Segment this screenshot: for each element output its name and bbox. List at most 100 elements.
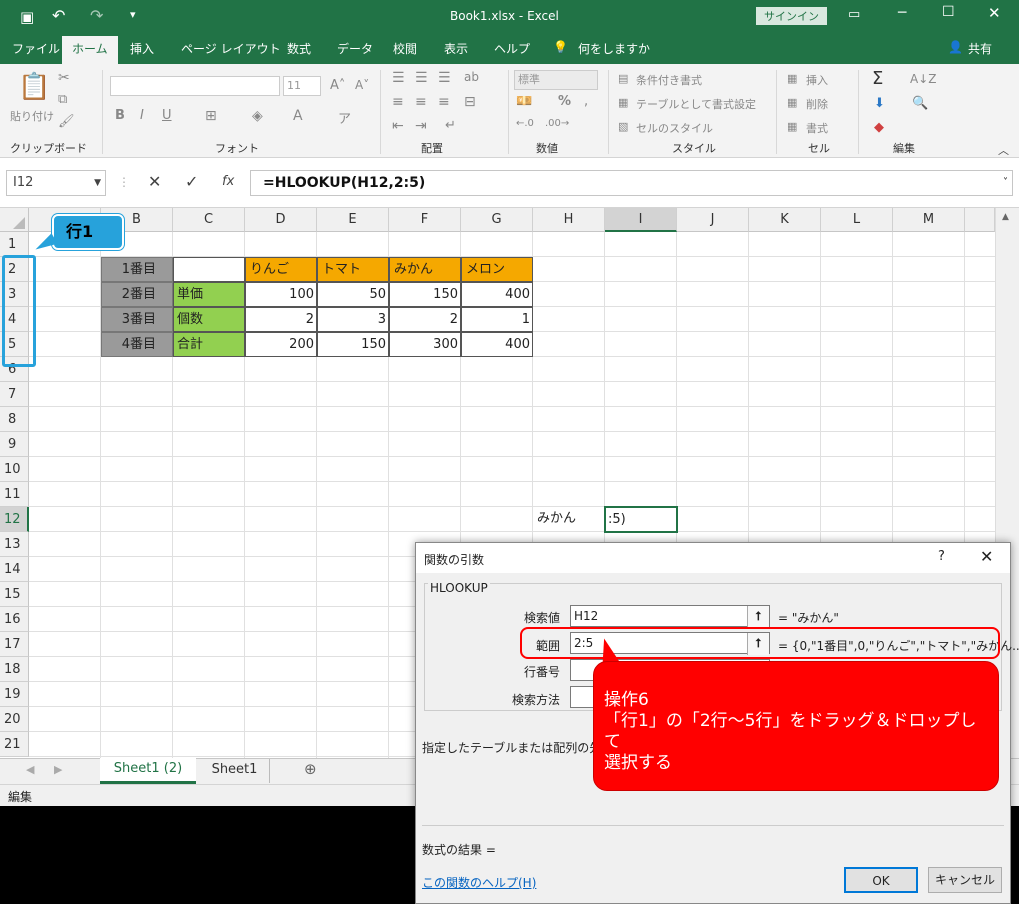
increase-font-icon[interactable]: A˄	[330, 78, 345, 93]
align-top-icon[interactable]: ☰	[392, 70, 405, 86]
bold-icon[interactable]: B	[115, 108, 125, 123]
font-name-box[interactable]	[110, 76, 280, 96]
scroll-up-icon[interactable]: ▲	[1002, 212, 1009, 222]
border-icon[interactable]: ⊞	[205, 108, 217, 124]
merge-icon[interactable]: ⊟	[464, 94, 476, 110]
select-all-corner[interactable]	[0, 208, 29, 232]
table-cell[interactable]: 300	[389, 332, 461, 357]
copy-icon[interactable]: ⧉	[58, 92, 67, 107]
decrease-decimal-icon[interactable]: .00→	[545, 118, 569, 129]
insert-cells-button[interactable]: 挿入	[806, 72, 828, 88]
formula-expand-icon[interactable]: ˅	[1003, 171, 1008, 195]
column-header-C[interactable]: C	[173, 208, 245, 232]
column-header-G[interactable]: G	[461, 208, 533, 232]
table-header-apple[interactable]: りんご	[245, 257, 317, 282]
tab-home[interactable]: ホーム	[62, 36, 118, 64]
tab-formulas[interactable]: 数式	[287, 40, 311, 57]
table-corner-cell[interactable]	[173, 257, 245, 282]
sheet-tab-active[interactable]: Sheet1 (2)	[100, 758, 196, 784]
align-right-icon[interactable]: ≡	[438, 94, 450, 110]
ribbon-display-icon[interactable]: ▭	[848, 7, 860, 22]
indent-icon[interactable]: ⇤	[392, 118, 404, 134]
phonetic-icon[interactable]: ア	[338, 108, 351, 127]
row-header-8[interactable]: 8	[0, 407, 29, 432]
table-cell[interactable]: 150	[389, 282, 461, 307]
clear-icon[interactable]: ◆	[874, 120, 884, 135]
decrease-font-icon[interactable]: A˅	[355, 78, 369, 92]
row-header-9[interactable]: 9	[0, 432, 29, 457]
maximize-icon[interactable]: ☐	[942, 4, 955, 20]
column-header-N[interactable]	[965, 208, 995, 232]
row-header-20[interactable]: 20	[0, 707, 29, 732]
table-row-label-2[interactable]: 2番目	[101, 282, 173, 307]
table-cell[interactable]: 1	[461, 307, 533, 332]
row-header-17[interactable]: 17	[0, 632, 29, 657]
italic-icon[interactable]: I	[140, 108, 144, 123]
formula-input[interactable]: =HLOOKUP(H12,2:5) ˅	[250, 170, 1013, 196]
column-header-I[interactable]: I	[605, 208, 677, 232]
collapse-ribbon-icon[interactable]: ︿	[998, 142, 1009, 158]
table-cell[interactable]: 50	[317, 282, 389, 307]
column-header-D[interactable]: D	[245, 208, 317, 232]
find-icon[interactable]: 🔍	[912, 96, 928, 111]
table-cell[interactable]: 3	[317, 307, 389, 332]
insert-function-icon[interactable]: fx	[222, 174, 234, 189]
column-header-E[interactable]: E	[317, 208, 389, 232]
row-header-16[interactable]: 16	[0, 607, 29, 632]
tab-review[interactable]: 校閲	[393, 40, 417, 57]
minimize-icon[interactable]: ─	[898, 5, 906, 21]
table-row-label-3[interactable]: 3番目	[101, 307, 173, 332]
conditional-format-button[interactable]: 条件付き書式	[636, 72, 702, 88]
column-header-F[interactable]: F	[389, 208, 461, 232]
currency-icon[interactable]: 💴	[516, 94, 532, 109]
dialog-help-button[interactable]: ?	[938, 549, 945, 564]
column-header-H[interactable]: H	[533, 208, 605, 232]
name-box[interactable]: I12 ▼	[6, 170, 106, 196]
font-size-box[interactable]: 11	[283, 76, 321, 96]
align-middle-icon[interactable]: ☰	[415, 70, 428, 86]
next-sheet-icon[interactable]: ▶	[54, 763, 62, 776]
tab-help[interactable]: ヘルプ	[494, 40, 530, 57]
cell-I12-active[interactable]: :5)	[604, 506, 678, 533]
percent-icon[interactable]: %	[558, 94, 571, 109]
name-box-dropdown-icon[interactable]: ▼	[94, 171, 101, 195]
font-color-icon[interactable]: A	[293, 108, 303, 124]
underline-icon[interactable]: U	[162, 108, 172, 123]
fill-icon[interactable]: ⬇	[874, 96, 885, 111]
table-cell[interactable]: 100	[245, 282, 317, 307]
table-row-label-4[interactable]: 4番目	[101, 332, 173, 357]
redo-icon[interactable]: ↷	[90, 6, 103, 25]
arg-input-lookup-value[interactable]: H12 ⭡	[570, 605, 770, 628]
cut-icon[interactable]: ✂	[58, 70, 70, 86]
dialog-close-icon[interactable]: ✕	[980, 547, 993, 566]
tab-page-layout[interactable]: ページ レイアウト	[181, 40, 281, 57]
table-row-label-1[interactable]: 1番目	[101, 257, 173, 282]
orientation-icon[interactable]: ab	[464, 70, 479, 84]
format-cells-button[interactable]: 書式	[806, 120, 828, 136]
number-format-box[interactable]: 標準	[514, 70, 598, 90]
cell-styles-button[interactable]: セルのスタイル	[636, 120, 713, 136]
row-header-14[interactable]: 14	[0, 557, 29, 582]
format-painter-icon[interactable]: 🖌	[58, 114, 75, 129]
column-header-J[interactable]: J	[677, 208, 749, 232]
align-bottom-icon[interactable]: ☰	[438, 70, 451, 86]
table-header-mikan[interactable]: みかん	[389, 257, 461, 282]
tab-view[interactable]: 表示	[444, 40, 468, 57]
row-header-12[interactable]: 12	[0, 507, 29, 532]
table-item-quantity[interactable]: 個数	[173, 307, 245, 332]
row-header-15[interactable]: 15	[0, 582, 29, 607]
table-header-melon[interactable]: メロン	[461, 257, 533, 282]
tab-insert[interactable]: 挿入	[130, 40, 154, 57]
align-left-icon[interactable]: ≡	[392, 94, 404, 110]
paste-button[interactable]: 貼り付け	[10, 108, 54, 124]
fill-color-icon[interactable]: ◈	[252, 108, 263, 124]
row-header-21[interactable]: 21	[0, 732, 29, 757]
tab-file[interactable]: ファイル	[12, 40, 60, 57]
row-header-7[interactable]: 7	[0, 382, 29, 407]
share-button[interactable]: 共有	[968, 40, 992, 57]
table-cell[interactable]: 400	[461, 282, 533, 307]
sort-filter-icon[interactable]: A↓Z	[910, 72, 936, 86]
wrap-icon[interactable]: ↵	[445, 118, 456, 133]
tell-me-search[interactable]: 何をしますか	[578, 40, 650, 57]
align-center-icon[interactable]: ≡	[415, 94, 427, 110]
